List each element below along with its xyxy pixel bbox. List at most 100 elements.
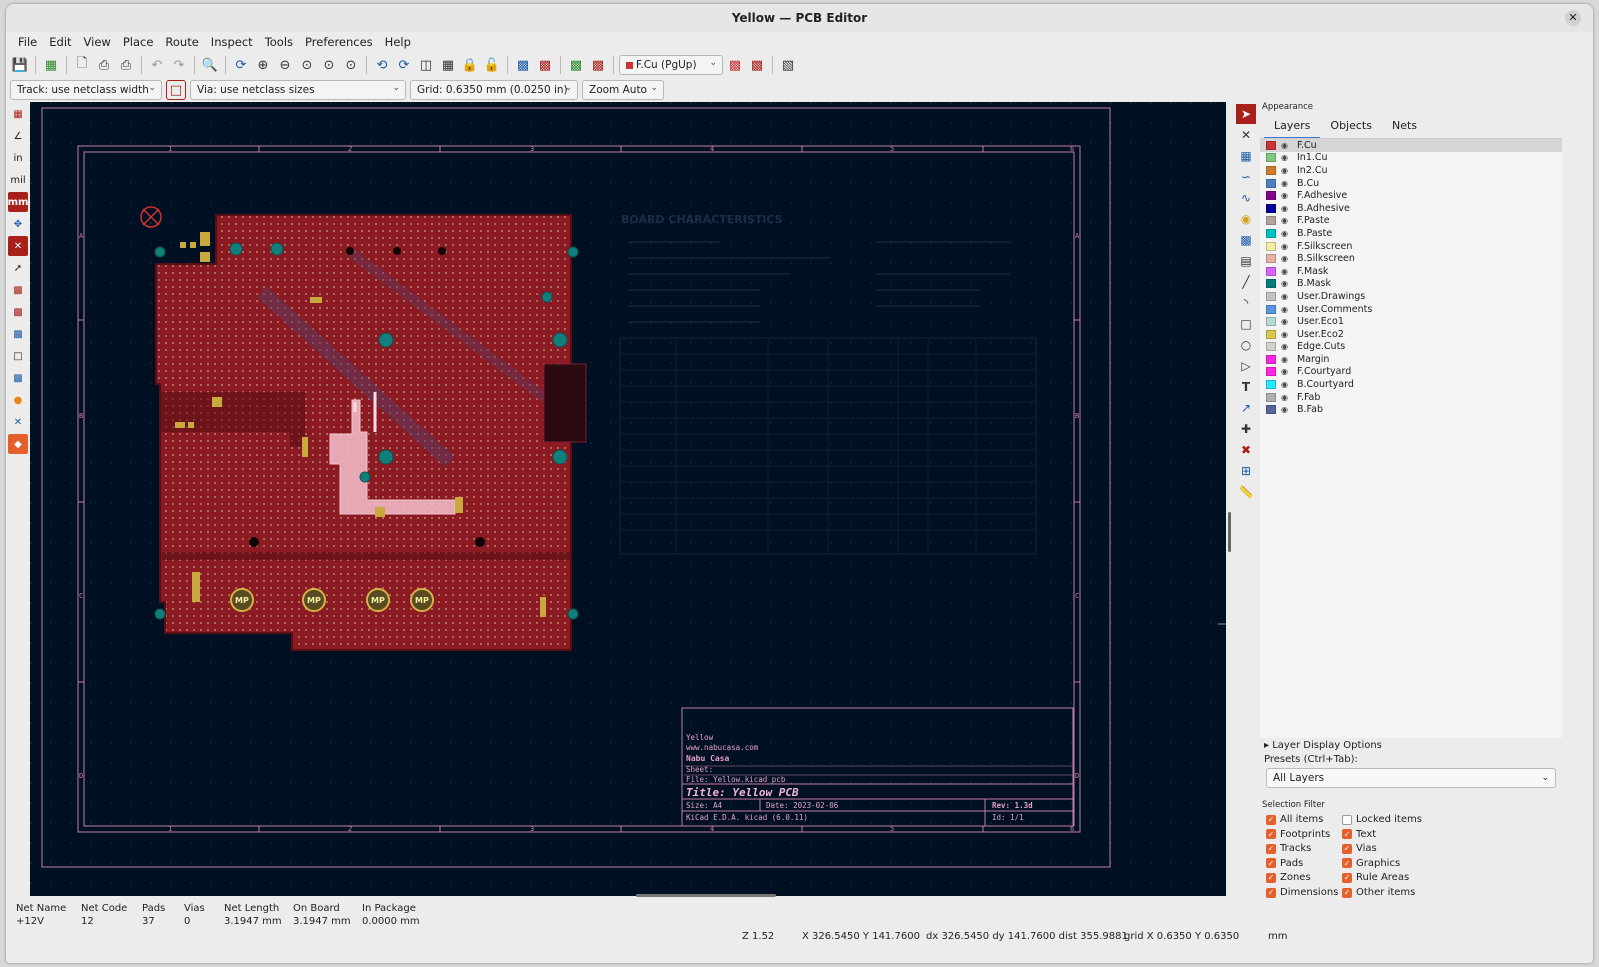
layer-row-f-silkscreen[interactable]: ◉ F.Silkscreen [1260, 240, 1562, 253]
units-mil-icon[interactable]: mil [8, 170, 28, 190]
filter-dimensions[interactable]: ✓ Dimensions [1266, 887, 1338, 898]
rule-area-icon[interactable]: ▤ [1236, 251, 1256, 271]
zoom-select[interactable]: Zoom Auto ⌄ [582, 80, 664, 100]
layer-color-swatch[interactable] [1266, 367, 1276, 377]
unlock-icon[interactable]: 🔓 [482, 55, 502, 75]
pcb-board[interactable]: MP MP MP MP [140, 206, 587, 651]
filter-locked-items[interactable]: Locked items [1342, 814, 1422, 825]
layer-color-swatch[interactable] [1266, 279, 1276, 289]
checkbox[interactable]: ✓ [1342, 843, 1352, 854]
eye-icon[interactable]: ◉ [1281, 153, 1293, 162]
active-layer-select[interactable]: F.Cu (PgUp) ⌄ [619, 55, 723, 75]
grid-origin-icon[interactable]: ⊞ [1236, 461, 1256, 481]
zoom-in-icon[interactable]: ⊕ [253, 55, 273, 75]
draw-rectangle-icon[interactable]: □ [1236, 314, 1256, 334]
layer-row-user-eco1[interactable]: ◉ User.Eco1 [1260, 315, 1562, 328]
page-settings-icon[interactable]: 🗋 [72, 55, 92, 75]
draw-line-icon[interactable]: ╱ [1236, 272, 1256, 292]
checkbox[interactable]: ✓ [1266, 858, 1276, 869]
layer-row-in2-cu[interactable]: ◉ In2.Cu [1260, 164, 1562, 177]
filter-rule-areas[interactable]: ✓ Rule Areas [1342, 872, 1409, 883]
layer-row-f-adhesive[interactable]: ◉ F.Adhesive [1260, 189, 1562, 202]
menu-place[interactable]: Place [117, 32, 160, 52]
eye-icon[interactable]: ◉ [1281, 267, 1293, 276]
layer-color-swatch[interactable] [1266, 392, 1276, 402]
layer-color-swatch[interactable] [1266, 241, 1276, 251]
tab-nets[interactable]: Nets [1382, 114, 1427, 139]
layer-row-user-drawings[interactable]: ◉ User.Drawings [1260, 290, 1562, 303]
color-theme-icon[interactable]: ▩ [747, 55, 767, 75]
track-width-select[interactable]: Track: use netclass width ⌄ [10, 80, 162, 100]
eye-icon[interactable]: ◉ [1281, 317, 1293, 326]
layer-color-swatch[interactable] [1266, 191, 1276, 201]
eye-icon[interactable]: ◉ [1281, 355, 1293, 364]
draw-polygon-icon[interactable]: ▷ [1236, 356, 1256, 376]
zoom-fit-icon[interactable]: ⊙ [297, 55, 317, 75]
layer-color-swatch[interactable] [1266, 380, 1276, 390]
presets-select[interactable]: All Layers ⌄ [1266, 768, 1556, 788]
menu-help[interactable]: Help [379, 32, 417, 52]
scroll-thumb[interactable] [1228, 512, 1231, 552]
menu-tools[interactable]: Tools [259, 32, 299, 52]
layer-row-b-silkscreen[interactable]: ◉ B.Silkscreen [1260, 252, 1562, 265]
filter-pads[interactable]: ✓ Pads [1266, 858, 1303, 869]
add-text-icon[interactable]: T [1236, 377, 1256, 397]
filter-footprints[interactable]: ✓ Footprints [1266, 829, 1330, 840]
zoom-selection-icon[interactable]: ⊙ [341, 55, 361, 75]
measure-icon[interactable]: 📏 [1236, 482, 1256, 502]
layer-row-b-courtyard[interactable]: ◉ B.Courtyard [1260, 378, 1562, 391]
board-setup-icon[interactable]: ▦ [41, 55, 61, 75]
eye-icon[interactable]: ◉ [1281, 204, 1293, 213]
high-contrast-icon[interactable]: ▩ [8, 368, 28, 388]
ratsnest-mode-icon[interactable]: ✕ [8, 412, 28, 432]
delete-tool-icon[interactable]: ✖ [1236, 440, 1256, 460]
checkbox[interactable]: ✓ [1266, 872, 1276, 883]
checkbox[interactable]: ✓ [1266, 843, 1276, 854]
eye-icon[interactable]: ◉ [1281, 393, 1293, 402]
eye-icon[interactable]: ◉ [1281, 380, 1293, 389]
eye-icon[interactable]: ◉ [1281, 191, 1293, 200]
add-footprint-icon[interactable]: ▦ [1236, 146, 1256, 166]
eye-icon[interactable]: ◉ [1281, 179, 1293, 188]
filter-vias[interactable]: ✓ Vias [1342, 843, 1377, 854]
checkbox[interactable]: ✓ [1266, 887, 1276, 898]
checkbox[interactable] [1342, 814, 1352, 825]
save-icon[interactable]: 💾 [10, 55, 30, 75]
menu-preferences[interactable]: Preferences [299, 32, 379, 52]
eye-icon[interactable]: ◉ [1281, 292, 1293, 301]
layer-color-swatch[interactable] [1266, 304, 1276, 314]
appearance-panel-icon[interactable]: ◆ [8, 434, 28, 454]
layer-row-b-paste[interactable]: ◉ B.Paste [1260, 227, 1562, 240]
eye-icon[interactable]: ◉ [1281, 242, 1293, 251]
ratsnest-icon[interactable]: ✕ [8, 236, 28, 256]
rotate-cw-icon[interactable]: ⟳ [394, 55, 414, 75]
scripting-icon[interactable]: ▩ [566, 55, 586, 75]
checkbox[interactable]: ✓ [1342, 829, 1352, 840]
layer-row-f-cu[interactable]: ◉ F.Cu [1260, 139, 1562, 152]
scroll-thumb[interactable] [636, 894, 776, 897]
units-inch-icon[interactable]: in [8, 148, 28, 168]
menu-file[interactable]: File [12, 32, 43, 52]
eye-icon[interactable]: ◉ [1281, 342, 1293, 351]
netlist-update-icon[interactable]: ▩ [513, 55, 533, 75]
redo-icon[interactable]: ↷ [169, 55, 189, 75]
layer-color-swatch[interactable] [1266, 153, 1276, 163]
layer-pair-icon[interactable]: ▩ [725, 55, 745, 75]
layer-row-f-mask[interactable]: ◉ F.Mask [1260, 265, 1562, 278]
layer-color-swatch[interactable] [1266, 405, 1276, 415]
filter-tracks[interactable]: ✓ Tracks [1266, 843, 1311, 854]
eye-icon[interactable]: ◉ [1281, 279, 1293, 288]
pcb-canvas[interactable]: 1 2 3 4 5 6 1 2 3 4 5 6 A B C D A B C D [30, 102, 1226, 896]
eye-icon[interactable]: ◉ [1281, 367, 1293, 376]
refresh-icon[interactable]: ⟳ [231, 55, 251, 75]
layer-color-swatch[interactable] [1266, 228, 1276, 238]
layer-row-f-courtyard[interactable]: ◉ F.Courtyard [1260, 366, 1562, 379]
checkbox[interactable]: ✓ [1342, 858, 1352, 869]
layer-row-edge-cuts[interactable]: ◉ Edge.Cuts [1260, 341, 1562, 354]
net-color-icon[interactable]: ● [8, 390, 28, 410]
layer-color-swatch[interactable] [1266, 329, 1276, 339]
rotate-ccw-icon[interactable]: ⟲ [372, 55, 392, 75]
layer-row-b-adhesive[interactable]: ◉ B.Adhesive [1260, 202, 1562, 215]
tab-objects[interactable]: Objects [1320, 114, 1382, 139]
console-icon[interactable]: ▧ [778, 55, 798, 75]
